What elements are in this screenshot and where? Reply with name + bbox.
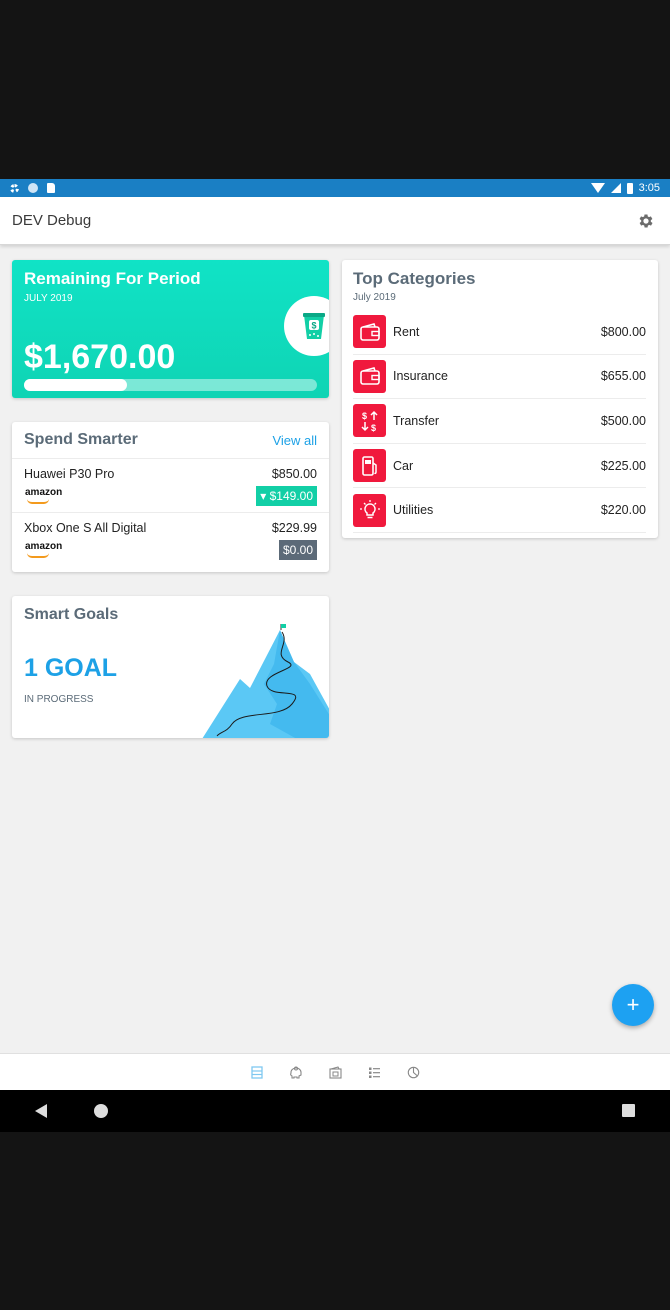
spend-smarter-header: Spend Smarter View all [12, 422, 329, 459]
remaining-progress-fill [24, 379, 127, 391]
category-amount: $500.00 [600, 413, 646, 428]
list-icon[interactable] [367, 1065, 382, 1080]
deal-discount-badge: $0.00 [278, 540, 317, 560]
category-row[interactable]: $ $ Transfer $500.00 [353, 399, 646, 444]
spend-smarter-card: Spend Smarter View all Huawei P30 Pro $8… [12, 422, 329, 572]
svg-text:$: $ [311, 321, 316, 331]
smart-goals-title: Smart Goals [24, 606, 119, 623]
remaining-amount: $1,670.00 [24, 338, 176, 376]
svg-text:$: $ [371, 423, 376, 432]
category-row[interactable]: Rent $800.00 [353, 310, 646, 355]
transfer-icon: $ $ [353, 404, 386, 438]
gear-icon[interactable] [634, 209, 658, 233]
add-fab-button[interactable]: + [612, 984, 654, 1026]
status-time: 3:05 [638, 182, 660, 194]
back-icon[interactable] [35, 1104, 47, 1118]
app-bar: DEV Debug [0, 197, 670, 245]
wifi-icon [590, 183, 605, 193]
pie-chart-icon[interactable] [406, 1065, 421, 1080]
svg-text:$: $ [362, 411, 367, 421]
bottom-nav [0, 1053, 670, 1090]
category-label: Insurance [393, 369, 448, 384]
deal-name: Huawei P30 Pro [24, 467, 115, 481]
category-amount: $800.00 [600, 324, 646, 339]
goal-count: 1 GOAL [24, 654, 118, 682]
status-bar: 3:05 [0, 179, 670, 197]
category-row[interactable]: Car $225.00 [353, 444, 646, 489]
deal-name: Xbox One S All Digital [24, 521, 147, 535]
app-screen: 3:05 DEV Debug Remaining For Period JULY… [0, 179, 670, 1132]
category-label: Rent [393, 324, 420, 339]
money-jar-icon: $ [284, 296, 329, 356]
battery-icon [626, 182, 633, 194]
category-amount: $655.00 [600, 369, 646, 384]
amazon-logo: amazon [25, 541, 63, 558]
remaining-card[interactable]: Remaining For Period JULY 2019 $1,670.00… [12, 260, 329, 398]
remaining-period: JULY 2019 [24, 293, 73, 304]
deal-price: $850.00 [271, 467, 317, 481]
top-categories-period: July 2019 [353, 292, 396, 303]
deal-discount-badge: ▾ $149.00 [256, 486, 317, 506]
category-amount: $220.00 [600, 503, 646, 518]
sd-card-icon [47, 183, 55, 193]
top-categories-title: Top Categories [353, 269, 476, 288]
category-row[interactable]: Insurance $655.00 [353, 355, 646, 400]
lightbulb-icon [353, 493, 386, 527]
wallet-icon [353, 359, 386, 393]
sync-notification-icon [28, 183, 38, 193]
app-title: DEV Debug [12, 212, 92, 229]
system-nav-bar [0, 1090, 670, 1132]
wallet-icon[interactable] [328, 1065, 343, 1080]
deal-row[interactable]: Huawei P30 Pro $850.00 amazon ▾ $149.00 [12, 459, 329, 513]
savings-icon[interactable] [289, 1065, 304, 1080]
remaining-progress-bar [24, 379, 317, 391]
smart-goals-card[interactable]: Smart Goals 1 GOAL IN PROGRESS [12, 596, 329, 738]
category-list: Rent $800.00 Insurance $655.00 $ $ Transf… [353, 310, 646, 533]
category-label: Transfer [393, 413, 440, 428]
wallet-icon [353, 315, 386, 349]
home-icon[interactable] [94, 1104, 108, 1118]
settings-notification-icon [10, 183, 19, 193]
dashboard-icon[interactable] [250, 1065, 265, 1080]
deal-row[interactable]: Xbox One S All Digital $229.99 amazon $0… [12, 513, 329, 567]
category-row[interactable]: Utilities $220.00 [353, 488, 646, 533]
recent-apps-icon[interactable] [622, 1104, 635, 1117]
mountain-illustration [202, 624, 329, 738]
signal-icon [610, 183, 621, 193]
view-all-link[interactable]: View all [272, 433, 317, 448]
category-amount: $225.00 [600, 458, 646, 473]
category-label: Car [393, 458, 414, 473]
spend-smarter-title: Spend Smarter [24, 431, 138, 448]
category-label: Utilities [393, 503, 434, 518]
amazon-logo: amazon [25, 487, 63, 504]
goal-status: IN PROGRESS [24, 694, 94, 705]
remaining-title: Remaining For Period [24, 269, 201, 288]
deal-price: $229.99 [271, 521, 317, 535]
fuel-icon [353, 449, 386, 483]
top-categories-card: Top Categories July 2019 Rent $800.00 In… [342, 260, 658, 538]
